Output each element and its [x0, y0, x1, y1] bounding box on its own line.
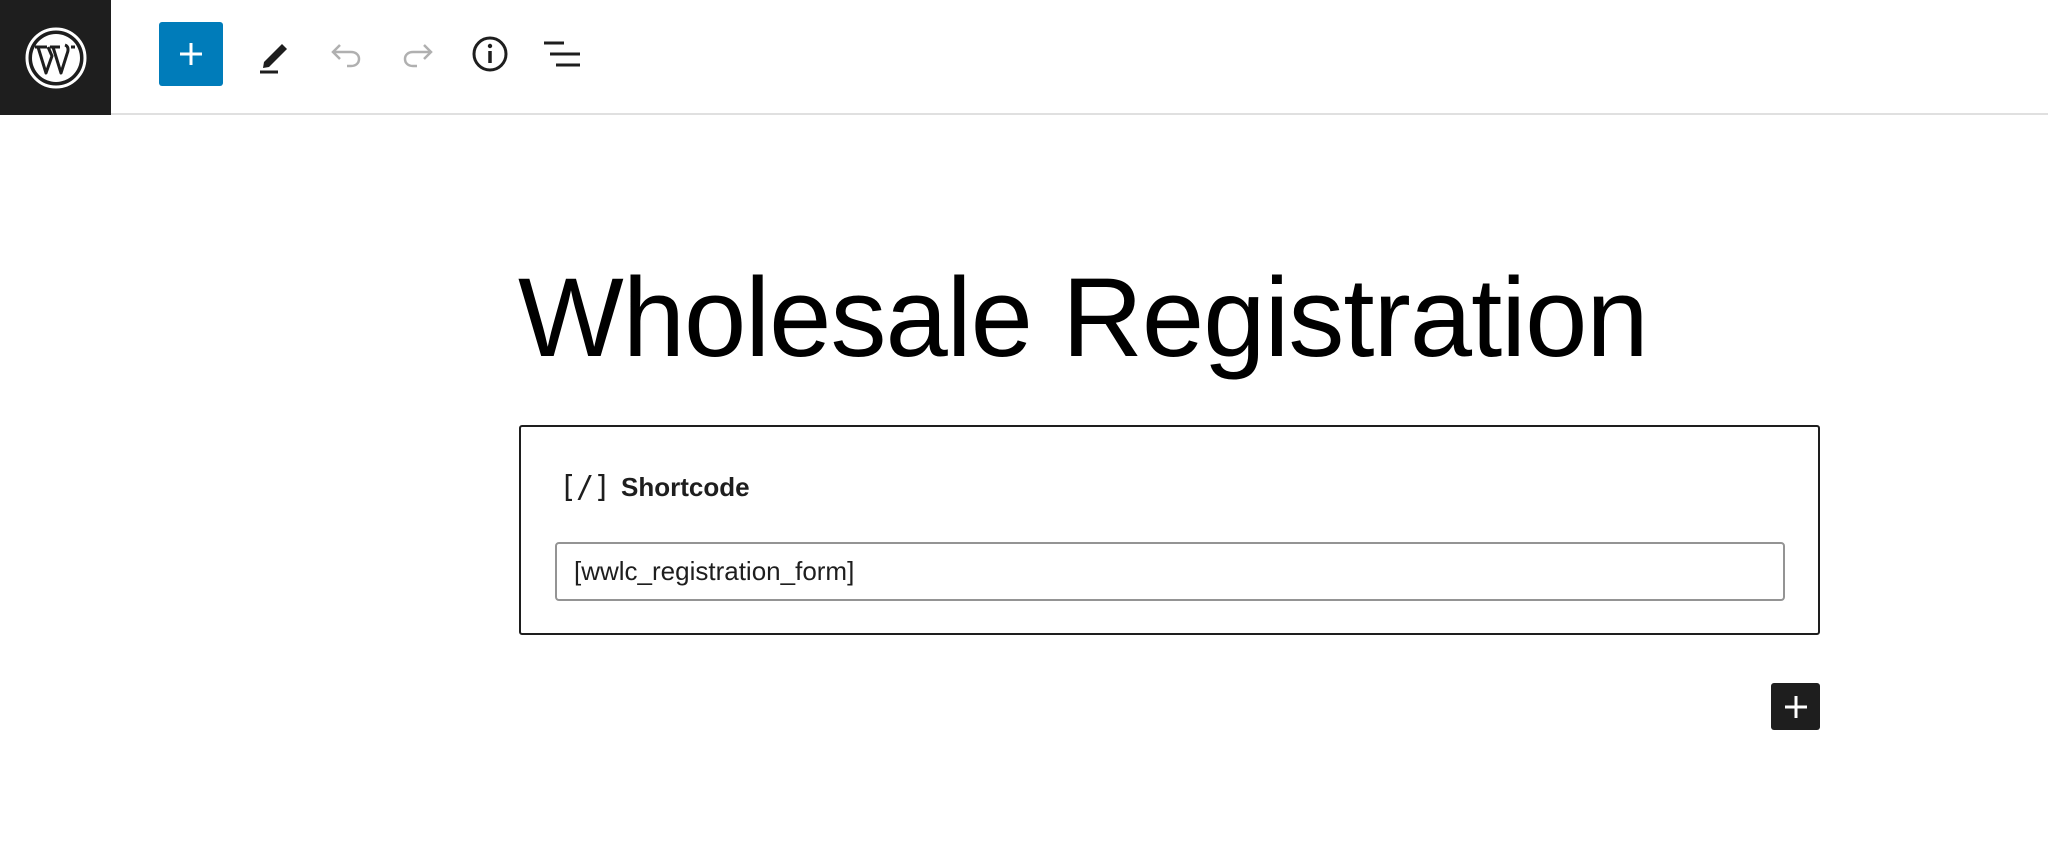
- shortcode-icon: [/]: [559, 469, 611, 505]
- redo-icon: [403, 44, 433, 68]
- wordpress-logo-button[interactable]: [0, 0, 111, 115]
- wordpress-logo-icon: [25, 27, 86, 88]
- redo-button[interactable]: [386, 22, 450, 86]
- plus-icon: [180, 43, 202, 65]
- shortcode-block-header: [/] Shortcode: [559, 467, 750, 507]
- post-title[interactable]: Wholesale Registration: [518, 248, 1649, 388]
- undo-button[interactable]: [314, 22, 378, 86]
- list-view-button[interactable]: [530, 22, 594, 86]
- list-view-icon: [544, 41, 580, 67]
- details-button[interactable]: [458, 22, 522, 86]
- shortcode-input[interactable]: [555, 542, 1785, 601]
- plus-icon: [1784, 695, 1807, 718]
- shortcode-block[interactable]: [/] Shortcode: [519, 425, 1820, 635]
- inserter-toggle-button[interactable]: [159, 22, 223, 86]
- shortcode-block-label: Shortcode: [621, 471, 750, 502]
- undo-icon: [331, 44, 361, 68]
- add-block-button[interactable]: [1771, 683, 1820, 730]
- info-icon: [472, 36, 508, 72]
- tools-button[interactable]: [242, 22, 306, 86]
- editor-header-toolbar: [0, 0, 2048, 115]
- pencil-icon: [260, 44, 287, 74]
